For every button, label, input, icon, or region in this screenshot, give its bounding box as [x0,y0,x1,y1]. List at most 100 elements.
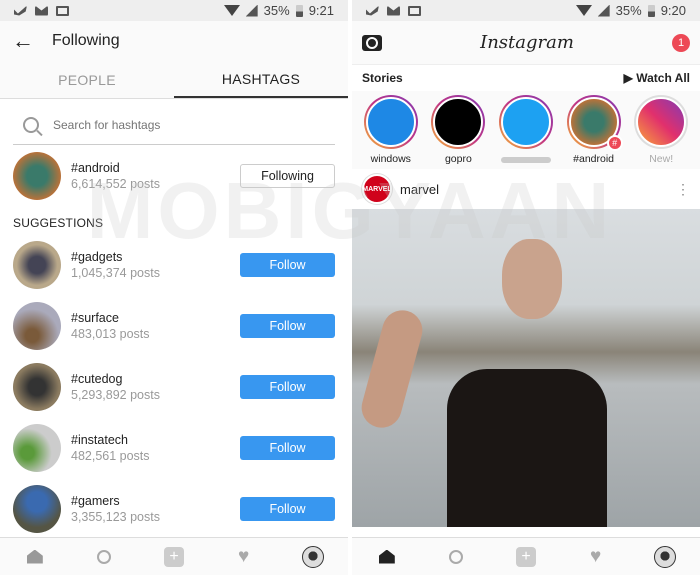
signal-icon [245,4,258,17]
tabs: PEOPLE HASHTAGS [0,61,348,99]
nav-search[interactable] [92,545,116,569]
hashtag-name: #cutedog [71,371,123,386]
hashtag-name: #instatech [71,432,128,447]
hashtag-thumbnail [13,362,61,411]
hashtag-name: #android [71,160,120,175]
search-icon [97,549,112,564]
nav-profile[interactable] [301,545,325,569]
nav-activity[interactable]: ♥ [584,545,608,569]
story-label: #android [573,153,615,165]
more-options-icon[interactable]: ⋮ [676,181,690,198]
story-item[interactable]: # #android [563,95,625,169]
story-item[interactable]: gopro [428,95,490,169]
story-label-blurred [500,157,551,163]
hashtag-thumbnail [13,423,61,472]
back-arrow-icon[interactable]: ← [12,28,52,54]
tab-hashtags[interactable]: HASHTAGS [174,61,348,98]
page-title: Following [52,32,120,49]
following-screen: 35% 9:21 ← Following PEOPLE HASHTAGS #an… [0,0,348,575]
follow-button[interactable]: Follow [240,496,335,521]
nav-home[interactable] [375,545,399,569]
hashtag-thumbnail [13,301,61,350]
signal-icon [597,4,610,17]
nav-search[interactable] [444,545,468,569]
notification-badge[interactable]: 1 [672,33,690,52]
home-icon [26,549,43,564]
post-avatar[interactable]: MARVEL [362,174,392,204]
status-bar: 35% 9:21 [0,0,348,21]
story-label: gopro [444,153,472,165]
instagram-logo: Instagram [480,32,574,53]
header: ← Following [0,21,348,61]
post-count: 6,614,552 posts [71,176,160,191]
hashtag-badge: # [606,135,623,151]
stories-tray: windows gopro # #android New! [352,91,700,169]
suggestion-row[interactable]: #surface 483,013 posts Follow [0,295,348,356]
battery-icon [647,4,655,17]
suggestions-heading: SUGGESTIONS [13,216,104,230]
profile-avatar-icon [302,545,325,568]
post-count: 483,013 posts [71,326,150,341]
profile-avatar-icon [654,545,677,568]
gmail-icon [408,5,421,16]
photo-shirt [447,369,607,527]
battery-percent: 35% [263,3,290,18]
suggestion-row[interactable]: #gadgets 1,045,374 posts Follow [0,234,348,295]
nav-activity[interactable]: ♥ [232,545,256,569]
hashtag-name: #gadgets [71,249,123,264]
instagram-icon [636,97,687,147]
nav-profile[interactable] [653,545,677,569]
post-count: 1,045,374 posts [71,265,160,280]
status-bar: 35% 9:20 [352,0,700,21]
post-count: 3,355,123 posts [71,509,160,524]
nav-home[interactable] [23,545,47,569]
watch-all-button[interactable]: ▶ Watch All [624,71,690,85]
follow-button[interactable]: Follow [240,313,335,338]
story-label: New! [649,153,674,165]
post-count: 482,561 posts [71,448,150,463]
mail-icon [387,5,400,16]
hashtag-name: #surface [71,310,119,325]
post-image[interactable] [352,209,700,527]
follow-button[interactable]: Follow [240,374,335,399]
following-row[interactable]: #android 6,614,552 posts Following [0,145,348,206]
feed-screen: 35% 9:20 Instagram 1 Stories ▶ Watch All… [352,0,700,575]
battery-icon [295,4,303,17]
clock: 9:20 [660,3,686,18]
following-button[interactable]: Following [240,163,335,188]
plus-icon: + [515,546,536,567]
plus-icon: + [163,546,184,567]
bottom-nav: + ♥ [0,537,348,575]
heart-icon: ♥ [237,545,250,567]
follow-button[interactable]: Follow [240,435,335,460]
windows-logo-icon [365,97,416,147]
post-username[interactable]: marvel [400,182,439,197]
search-icon [449,549,464,564]
nav-add[interactable]: + [162,545,186,569]
home-icon [378,549,395,564]
hashtag-thumbnail [13,484,61,533]
story-avatar [500,97,551,147]
post-header: MARVEL marvel ⋮ [352,169,700,209]
suggestion-row[interactable]: #cutedog 5,293,892 posts Follow [0,356,348,417]
photo-arm [357,305,427,433]
camera-icon[interactable] [362,34,382,51]
nav-add[interactable]: + [514,545,538,569]
search-input[interactable] [53,117,303,132]
story-item[interactable]: windows [360,95,422,169]
clock: 9:21 [308,3,334,18]
hashtag-thumbnail [13,240,61,289]
gopro-logo-icon [433,97,484,147]
suggestion-row[interactable]: #instatech 482,561 posts Follow [0,417,348,478]
gmail-icon [56,5,69,16]
story-item[interactable] [495,95,557,169]
app-header: Instagram 1 [352,21,700,65]
twitter-icon [366,5,379,16]
follow-button[interactable]: Follow [240,252,335,277]
tab-people[interactable]: PEOPLE [0,61,174,98]
twitter-icon [14,5,27,16]
story-item[interactable]: New! [630,95,692,169]
suggestion-row[interactable]: #gamers 3,355,123 posts Follow [0,478,348,539]
mail-icon [35,5,48,16]
heart-icon: ♥ [589,545,602,567]
